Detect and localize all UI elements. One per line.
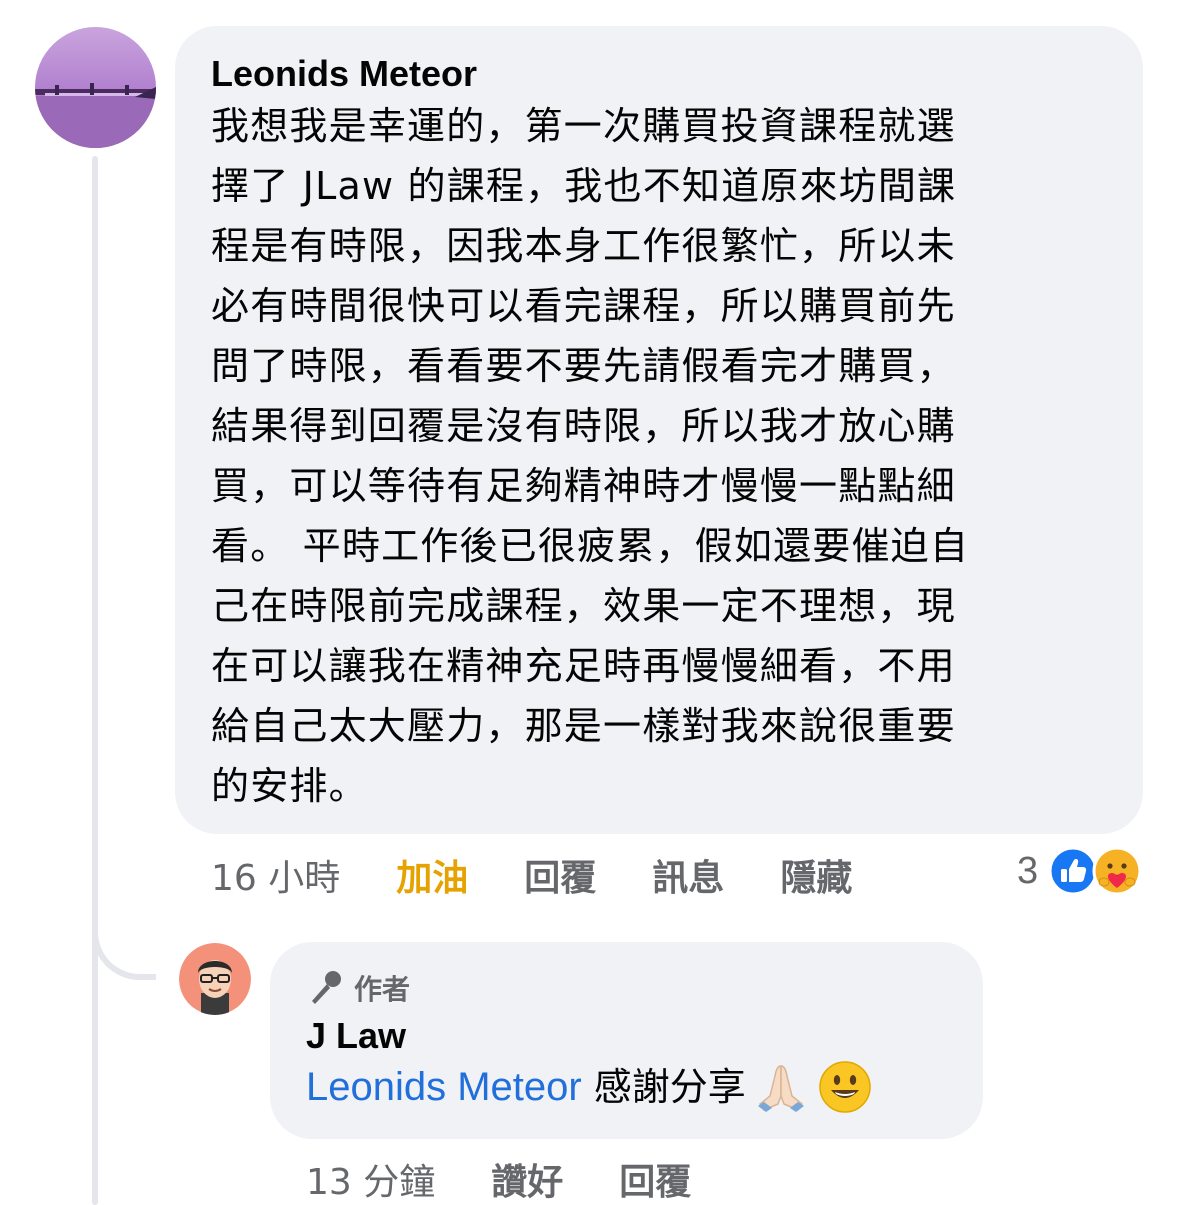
reply-timestamp[interactable]: 13 分鐘 [306,1153,435,1205]
comment-line: 問了時限，看看要不要先請假看完才購買， [211,344,956,388]
comment-line: 我想我是幸運的，第一次購買投資課程就選 [211,104,956,148]
microphone-icon [312,971,341,1004]
reply-reply-button[interactable]: 回覆 [619,1153,691,1205]
message-button[interactable]: 訊息 [652,849,724,901]
reaction-count: 3 [1017,849,1039,892]
like-icon [1048,846,1098,896]
comment-line: 己在時限前完成課程，效果一定不理想，現 [211,584,956,628]
thread-line [92,156,98,1205]
avatar-illustration [179,943,251,1015]
comment-line: 買，可以等待有足夠精神時才慢慢一點點細 [211,464,956,508]
reply-bubble: 作者 J Law Leonids Meteor 感謝分享 [270,942,983,1139]
hide-button[interactable]: 隱藏 [780,849,852,901]
comment-line: 看。 平時工作後已很疲累，假如還要催迫自 [211,524,970,568]
reply-button[interactable]: 回覆 [524,849,596,901]
reply-message: 感謝分享 [593,1065,746,1109]
comment-timestamp[interactable]: 16 小時 [211,849,340,901]
comment-line: 在可以讓我在精神充足時再慢慢細看，不用 [211,644,956,688]
comment-text: 我想我是幸運的，第一次購買投資課程就選 擇了 JLaw 的課程，我也不知道原來坊… [211,96,1107,816]
comment-line: 給自己太大壓力，那是一樣對我來說很重要 [211,704,956,748]
folded-hands-emoji [757,1065,804,1112]
avatar-photo [35,27,156,148]
author-badge-label: 作者 [354,973,411,1006]
reply-actions: 13 分鐘 讚好 回覆 [306,1153,747,1205]
thread-connector [92,900,156,980]
like-button[interactable]: 讚好 [491,1153,563,1205]
author-badge: 作者 [306,968,947,1008]
reply-author-name[interactable]: J Law [306,1014,947,1058]
comment-line: 結果得到回覆是沒有時限，所以我才放心購 [211,404,956,448]
care-icon [1092,846,1142,896]
comment-bubble: Leonids Meteor 我想我是幸運的，第一次購買投資課程就選 擇了 JL… [175,26,1143,834]
comment-author-name[interactable]: Leonids Meteor [211,54,1107,94]
comment-line: 的安排。 [211,764,368,808]
reply-text: Leonids Meteor 感謝分享 [306,1058,947,1116]
avatar-author[interactable] [179,943,251,1015]
smiley-emoji [819,1061,871,1113]
reaction-summary[interactable]: 3 [1017,846,1142,896]
comment-actions: 16 小時 加油 回覆 訊息 隱藏 [211,849,908,901]
comment-line: 必有時間很快可以看完課程，所以購買前先 [211,284,956,328]
comment-line: 擇了 JLaw 的課程，我也不知道原來坊間課 [211,164,957,208]
avatar-commenter[interactable] [35,27,156,148]
mention-link[interactable]: Leonids Meteor [306,1059,582,1115]
comment-line: 程是有時限，因我本身工作很繁忙，所以未 [211,224,956,268]
cheer-button[interactable]: 加油 [396,849,468,901]
